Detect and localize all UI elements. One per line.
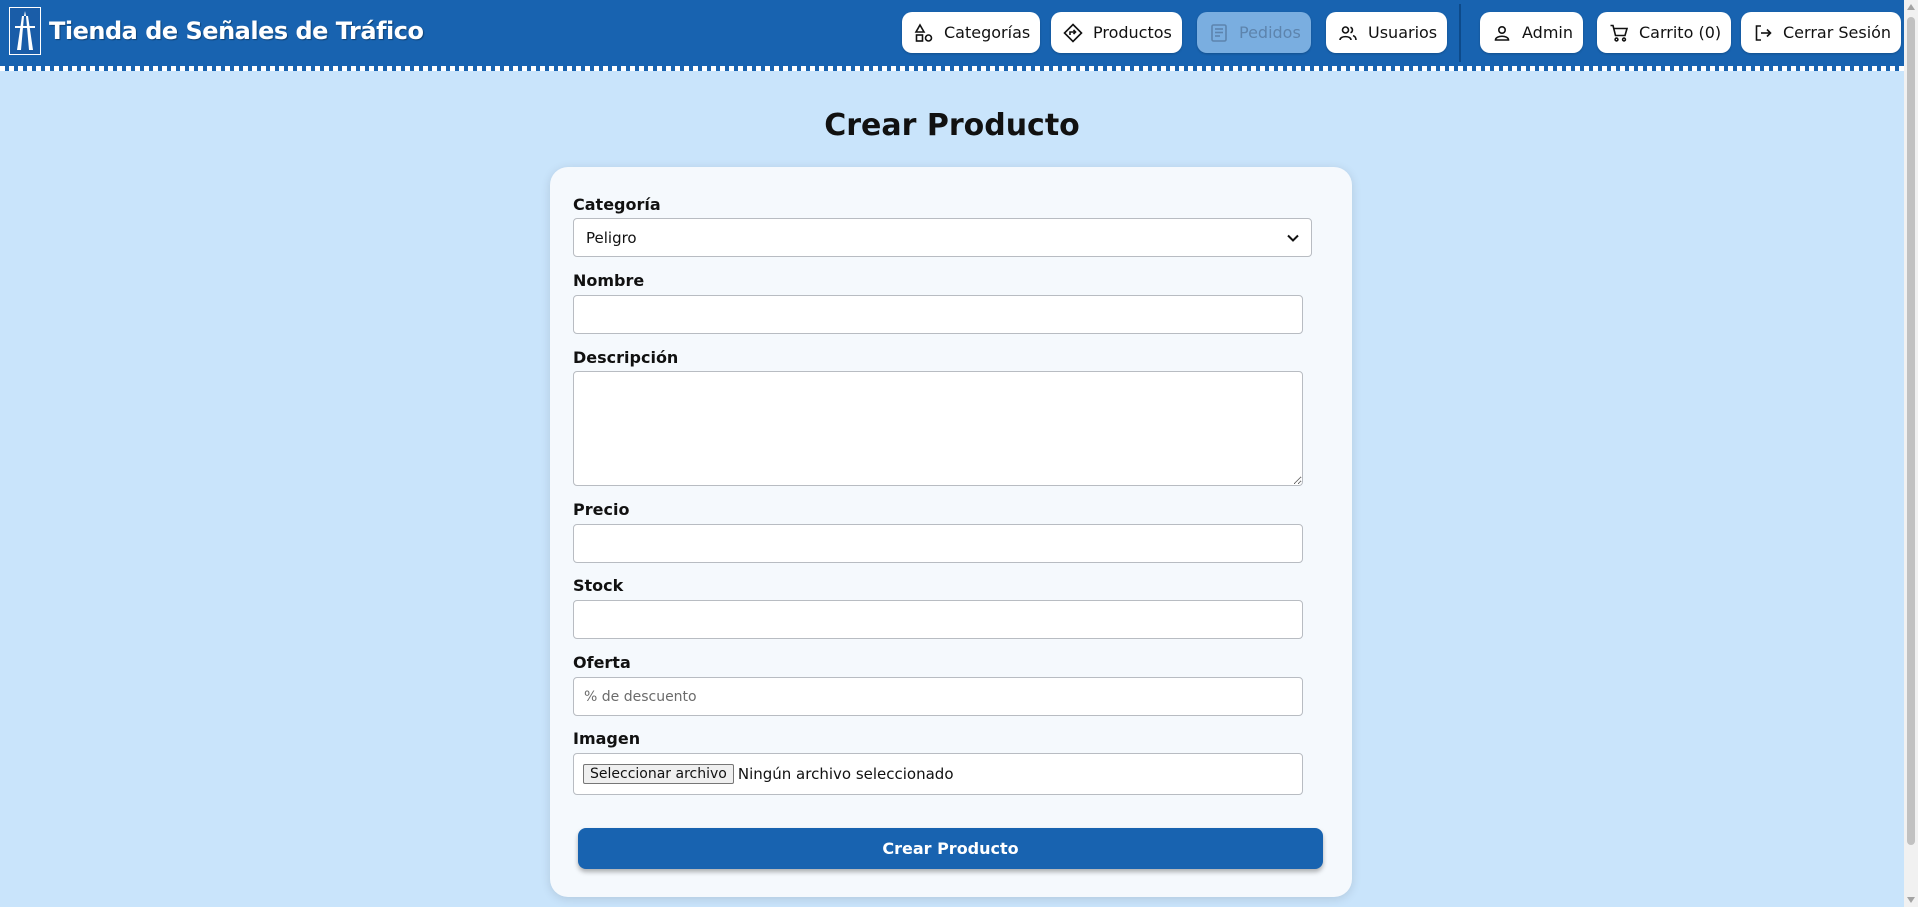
nav-categorias-button[interactable]: Categorías	[902, 12, 1041, 53]
nav-divider	[1459, 4, 1461, 62]
select-file-button[interactable]: Seleccionar archivo	[583, 764, 734, 784]
logout-icon	[1755, 24, 1772, 41]
scroll-up-icon[interactable]	[1907, 4, 1915, 10]
nav-productos-label: Productos	[1093, 23, 1172, 42]
nombre-label: Nombre	[573, 271, 645, 290]
imagen-file-input[interactable]: Seleccionar archivo Ningún archivo selec…	[573, 753, 1303, 795]
descripcion-textarea[interactable]	[573, 371, 1303, 486]
precio-label: Precio	[573, 500, 630, 519]
scrollbar-thumb[interactable]	[1907, 17, 1915, 845]
oferta-input[interactable]	[573, 677, 1303, 716]
highway-logo-icon[interactable]	[9, 7, 41, 55]
nav-usuarios-button[interactable]: Usuarios	[1326, 12, 1448, 53]
page-title: Crear Producto	[824, 108, 1080, 143]
imagen-label: Imagen	[573, 729, 641, 748]
top-navbar: Tienda de Señales de Tráfico Categorías …	[0, 0, 1904, 66]
admin-user-label: Admin	[1522, 23, 1573, 42]
site-title[interactable]: Tienda de Señales de Tráfico	[49, 17, 424, 45]
cart-icon	[1610, 24, 1629, 42]
categoria-select[interactable]: Peligro	[573, 218, 1312, 257]
vertical-scrollbar[interactable]	[1904, 0, 1918, 907]
user-icon	[1494, 25, 1510, 41]
header-dashed-border	[0, 66, 1904, 71]
categoria-selected-value: Peligro	[586, 228, 637, 247]
scroll-down-icon[interactable]	[1907, 897, 1915, 903]
cart-label: Carrito (0)	[1639, 23, 1722, 42]
nav-usuarios-label: Usuarios	[1368, 23, 1438, 42]
logout-button[interactable]: Cerrar Sesión	[1741, 12, 1902, 53]
receipt-icon	[1211, 23, 1227, 42]
shapes-icon	[914, 22, 933, 42]
create-product-button[interactable]: Crear Producto	[578, 828, 1323, 869]
chevron-down-icon	[1287, 234, 1299, 242]
stock-label: Stock	[573, 576, 624, 595]
users-icon	[1339, 25, 1357, 40]
nav-categorias-label: Categorías	[944, 23, 1031, 42]
file-status-text: Ningún archivo seleccionado	[737, 765, 954, 783]
nav-pedidos-label: Pedidos	[1239, 23, 1301, 42]
diamond-sign-icon	[1063, 22, 1083, 43]
logout-label: Cerrar Sesión	[1783, 23, 1892, 42]
oferta-label: Oferta	[573, 653, 631, 672]
precio-input[interactable]	[573, 524, 1303, 563]
admin-user-button[interactable]: Admin	[1480, 12, 1583, 53]
stock-input[interactable]	[573, 600, 1303, 639]
cart-button[interactable]: Carrito (0)	[1597, 12, 1732, 53]
descripcion-label: Descripción	[573, 348, 679, 367]
nombre-input[interactable]	[573, 295, 1303, 334]
nav-pedidos-button[interactable]: Pedidos	[1197, 12, 1311, 53]
nav-productos-button[interactable]: Productos	[1051, 12, 1182, 53]
categoria-label: Categoría	[573, 195, 661, 214]
